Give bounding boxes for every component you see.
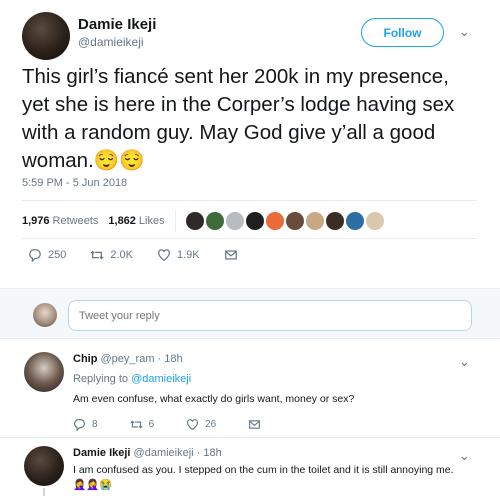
replying-prefix: Replying to <box>73 373 129 385</box>
like-action[interactable]: 26 <box>186 418 216 431</box>
liker-avatar[interactable] <box>345 212 364 230</box>
tweet-timestamp[interactable]: 5:59 PM - 5 Jun 2018 <box>22 177 127 189</box>
reply-time: · 18h <box>157 353 183 365</box>
envelope-icon <box>249 420 261 429</box>
reply-composer <box>0 288 500 339</box>
user-avatar <box>33 303 57 327</box>
liker-avatar[interactable] <box>245 212 264 230</box>
divider <box>22 238 477 239</box>
likes-count: 1,862 <box>108 215 136 227</box>
retweets-label: Retweets <box>52 215 99 227</box>
retweet-count: 2.0K <box>110 249 133 261</box>
replying-to: Replying to @damieikeji <box>73 373 191 385</box>
liker-avatar[interactable] <box>285 212 304 230</box>
like-count: 26 <box>205 419 217 430</box>
reply-author-avatar[interactable] <box>24 446 64 486</box>
reply-time: · 18h <box>196 447 222 459</box>
retweet-icon <box>90 250 104 260</box>
liker-avatar[interactable] <box>365 212 384 230</box>
reply-text: Am even confuse, what exactly do girls w… <box>73 393 355 405</box>
heart-icon <box>187 419 199 431</box>
retweet-icon <box>129 420 143 429</box>
reply-author[interactable]: Chip @pey_ram · 18h <box>73 353 183 365</box>
retweet-action[interactable]: 2.0K <box>90 248 133 262</box>
reply-actions: 8 6 26 <box>73 418 293 431</box>
liker-avatar[interactable] <box>225 212 244 230</box>
reply-author-handle: @pey_ram <box>100 353 155 365</box>
follow-button[interactable]: Follow <box>361 18 444 47</box>
tweet-body: This girl’s fiancé sent her 200k in my p… <box>22 65 455 172</box>
liker-avatar[interactable] <box>185 212 204 230</box>
retweet-count: 6 <box>148 419 155 430</box>
like-count: 1.9K <box>177 249 200 261</box>
reply-action[interactable]: 250 <box>28 248 66 262</box>
reply-count: 8 <box>92 419 98 430</box>
message-action[interactable] <box>224 248 238 262</box>
reply-tweet[interactable]: Chip @pey_ram · 18h ⌄ Replying to @damie… <box>0 340 500 435</box>
reply-author-avatar[interactable] <box>24 352 64 392</box>
author-avatar[interactable] <box>22 12 70 60</box>
reply-author-handle: @damieikeji <box>133 447 194 459</box>
reply-body: I am confused as you. I stepped on the c… <box>73 464 454 476</box>
author-name[interactable]: Damie Ikeji <box>78 16 156 33</box>
likes-stat[interactable]: 1,862 Likes <box>108 215 164 227</box>
message-action[interactable] <box>248 418 261 431</box>
replying-to-link[interactable]: @damieikeji <box>131 373 191 385</box>
engagement-stats: 1,976 Retweets 1,862 Likes <box>22 210 384 232</box>
chevron-down-icon[interactable]: ⌄ <box>459 448 470 464</box>
like-action[interactable]: 1.9K <box>157 248 200 262</box>
liker-avatar[interactable] <box>205 212 224 230</box>
reply-icon <box>29 249 41 262</box>
stat-separator <box>174 210 176 232</box>
author-handle[interactable]: @damieikeji <box>78 35 144 49</box>
reply-action[interactable]: 8 <box>73 418 98 431</box>
reply-author-name: Damie Ikeji <box>73 447 131 459</box>
liker-avatar[interactable] <box>325 212 344 230</box>
tweet-text: This girl’s fiancé sent her 200k in my p… <box>22 63 477 175</box>
retweets-count: 1,976 <box>22 215 50 227</box>
reply-input[interactable] <box>68 300 472 331</box>
reply-author[interactable]: Damie Ikeji @damieikeji · 18h <box>73 447 222 459</box>
liker-avatar[interactable] <box>265 212 284 230</box>
tweet-emojis: 😌😌 <box>93 149 145 172</box>
reply-tweet[interactable]: Damie Ikeji @damieikeji · 18h ⌄ I am con… <box>0 438 500 496</box>
reply-text: I am confused as you. I stepped on the c… <box>73 463 468 493</box>
reply-author-name: Chip <box>73 353 98 365</box>
retweets-stat[interactable]: 1,976 Retweets <box>22 215 98 227</box>
chevron-down-icon[interactable]: ⌄ <box>459 24 470 40</box>
reply-emojis: 🤦‍♀️🤦‍♀️😭 <box>73 479 113 491</box>
liker-avatar[interactable] <box>305 212 324 230</box>
likes-label: Likes <box>138 215 165 227</box>
envelope-icon <box>224 250 237 260</box>
chevron-down-icon[interactable]: ⌄ <box>459 354 470 370</box>
divider <box>22 200 477 201</box>
retweet-action[interactable]: 6 <box>129 418 155 431</box>
liker-avatars <box>185 212 384 230</box>
thread-line <box>43 488 45 496</box>
reply-icon <box>74 419 85 431</box>
reply-count: 250 <box>48 249 67 261</box>
heart-icon <box>158 249 170 261</box>
tweet-actions: 250 2.0K 1.9K <box>28 248 262 262</box>
